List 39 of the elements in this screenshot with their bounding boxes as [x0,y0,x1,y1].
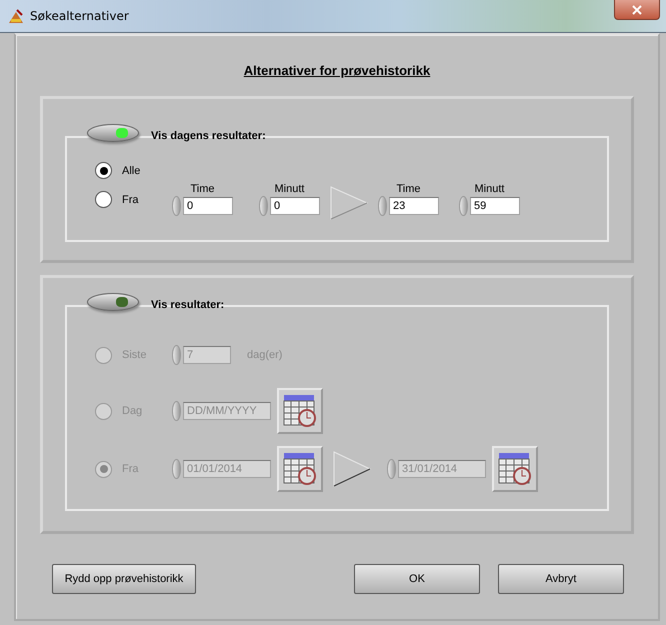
option-label: Alle [122,164,142,176]
spinner-icon[interactable] [378,196,387,216]
calendar-button[interactable] [277,446,323,492]
spinner-icon[interactable] [172,345,181,365]
arrow-icon [330,186,368,220]
group-title: Vis resultater: [151,299,224,311]
field-label: Minutt [274,183,304,195]
spinner-icon[interactable] [172,459,181,479]
spinner-icon[interactable] [387,459,396,479]
calendar-button[interactable] [492,446,538,492]
dialog-button[interactable]: OK [354,564,480,594]
window-title: Søkealternativer [30,9,129,23]
number-field[interactable]: 0 [270,197,320,215]
number-field[interactable]: 23 [389,197,439,215]
calendar-icon [498,452,532,486]
calendar-button[interactable] [277,388,323,434]
field-label: Time [190,183,215,195]
option-label: Fra [122,194,140,206]
dialog-heading: Alternativer for prøvehistorikk [244,63,430,78]
toggle-switch[interactable] [87,124,139,142]
spinner-icon[interactable] [459,196,468,216]
dialog-button[interactable]: Rydd opp prøvehistorikk [52,564,196,594]
radio-button[interactable] [95,162,112,179]
field-label: Minutt [474,183,504,195]
radio-button[interactable] [95,191,112,208]
spinner-icon[interactable] [172,401,181,421]
field-label: Time [396,183,421,195]
calendar-icon [283,394,317,428]
app-icon [8,8,24,24]
spinner-icon[interactable] [259,196,268,216]
number-field[interactable]: 0 [183,197,233,215]
group-title: Vis dagens resultater: [151,130,266,142]
dialog-button[interactable]: Avbryt [498,564,624,594]
number-field[interactable]: 59 [470,197,520,215]
close-icon [632,4,642,14]
arrow-icon [333,451,371,487]
close-button[interactable] [614,0,660,20]
spinner-icon[interactable] [172,196,181,216]
calendar-icon [283,452,317,486]
